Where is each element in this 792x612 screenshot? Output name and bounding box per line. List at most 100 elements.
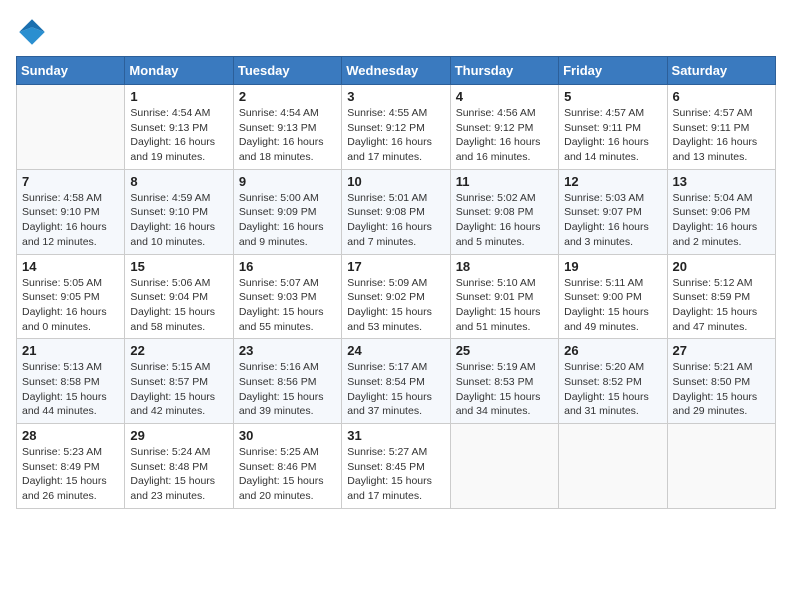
day-number: 29 [130,428,227,443]
calendar-table: SundayMondayTuesdayWednesdayThursdayFrid… [16,56,776,509]
calendar-day-cell: 11Sunrise: 5:02 AMSunset: 9:08 PMDayligh… [450,169,558,254]
day-number: 5 [564,89,661,104]
day-number: 18 [456,259,553,274]
calendar-day-cell: 31 Sunrise: 5:27 AMSunset: 8:45 PMDayligh… [342,424,450,509]
calendar-day-cell: 28 Sunrise: 5:23 AMSunset: 8:49 PMDayligh… [17,424,125,509]
day-number: 6 [673,89,770,104]
logo [16,16,52,48]
day-number: 31 [347,428,444,443]
calendar-day-cell: 4 Sunrise: 4:56 AMSunset: 9:12 PMDaylight… [450,85,558,170]
day-number: 7 [22,174,119,189]
day-info: Sunrise: 5:06 AMSunset: 9:04 PMDaylight:… [130,276,227,335]
day-number: 17 [347,259,444,274]
day-info: Sunrise: 4:58 AMSunset: 9:10 PMDaylight:… [22,191,119,250]
day-number: 23 [239,343,336,358]
day-info: Sunrise: 5:20 AMSunset: 8:52 PMDaylight:… [564,360,661,419]
calendar-week-row: 7 Sunrise: 4:58 AMSunset: 9:10 PMDaylight… [17,169,776,254]
calendar-day-cell [667,424,775,509]
day-number: 12 [564,174,661,189]
calendar-day-cell: 1 Sunrise: 4:54 AMSunset: 9:13 PMDaylight… [125,85,233,170]
calendar-day-cell: 17Sunrise: 5:09 AMSunset: 9:02 PMDayligh… [342,254,450,339]
day-info: Sunrise: 5:15 AMSunset: 8:57 PMDaylight:… [130,360,227,419]
calendar-day-header: Thursday [450,57,558,85]
calendar-day-cell: 13 Sunrise: 5:04 AMSunset: 9:06 PMDayligh… [667,169,775,254]
calendar-day-cell: 20 Sunrise: 5:12 AMSunset: 8:59 PMDayligh… [667,254,775,339]
day-number: 21 [22,343,119,358]
day-number: 9 [239,174,336,189]
day-info: Sunrise: 5:01 AMSunset: 9:08 PMDaylight:… [347,191,444,250]
day-number: 19 [564,259,661,274]
calendar-day-cell: 2 Sunrise: 4:54 AMSunset: 9:13 PMDaylight… [233,85,341,170]
day-number: 4 [456,89,553,104]
calendar-day-header: Monday [125,57,233,85]
day-info: Sunrise: 5:27 AMSunset: 8:45 PMDaylight:… [347,445,444,504]
day-number: 2 [239,89,336,104]
day-info: Sunrise: 5:24 AMSunset: 8:48 PMDaylight:… [130,445,227,504]
calendar-day-cell: 21 Sunrise: 5:13 AMSunset: 8:58 PMDayligh… [17,339,125,424]
day-info: Sunrise: 5:13 AMSunset: 8:58 PMDaylight:… [22,360,119,419]
calendar-day-cell: 6 Sunrise: 4:57 AMSunset: 9:11 PMDaylight… [667,85,775,170]
day-info: Sunrise: 5:00 AMSunset: 9:09 PMDaylight:… [239,191,336,250]
day-info: Sunrise: 4:57 AMSunset: 9:11 PMDaylight:… [564,106,661,165]
day-info: Sunrise: 5:10 AMSunset: 9:01 PMDaylight:… [456,276,553,335]
day-info: Sunrise: 5:11 AMSunset: 9:00 PMDaylight:… [564,276,661,335]
day-info: Sunrise: 4:56 AMSunset: 9:12 PMDaylight:… [456,106,553,165]
day-number: 1 [130,89,227,104]
calendar-day-cell [559,424,667,509]
calendar-day-header: Friday [559,57,667,85]
calendar-day-header: Tuesday [233,57,341,85]
day-info: Sunrise: 4:55 AMSunset: 9:12 PMDaylight:… [347,106,444,165]
calendar-day-cell: 25 Sunrise: 5:19 AMSunset: 8:53 PMDayligh… [450,339,558,424]
day-number: 30 [239,428,336,443]
calendar-day-cell: 22 Sunrise: 5:15 AMSunset: 8:57 PMDayligh… [125,339,233,424]
calendar-week-row: 21 Sunrise: 5:13 AMSunset: 8:58 PMDayligh… [17,339,776,424]
calendar-day-cell [450,424,558,509]
calendar-day-cell: 29 Sunrise: 5:24 AMSunset: 8:48 PMDayligh… [125,424,233,509]
day-number: 24 [347,343,444,358]
calendar-day-header: Wednesday [342,57,450,85]
calendar-day-cell: 19 Sunrise: 5:11 AMSunset: 9:00 PMDayligh… [559,254,667,339]
day-number: 8 [130,174,227,189]
day-info: Sunrise: 4:59 AMSunset: 9:10 PMDaylight:… [130,191,227,250]
day-number: 16 [239,259,336,274]
day-info: Sunrise: 5:17 AMSunset: 8:54 PMDaylight:… [347,360,444,419]
day-number: 11 [456,174,553,189]
day-info: Sunrise: 5:07 AMSunset: 9:03 PMDaylight:… [239,276,336,335]
calendar-day-cell: 27Sunrise: 5:21 AMSunset: 8:50 PMDayligh… [667,339,775,424]
calendar-day-header: Sunday [17,57,125,85]
day-number: 22 [130,343,227,358]
calendar-day-cell: 18 Sunrise: 5:10 AMSunset: 9:01 PMDayligh… [450,254,558,339]
calendar-day-cell: 23Sunrise: 5:16 AMSunset: 8:56 PMDayligh… [233,339,341,424]
day-number: 28 [22,428,119,443]
calendar-day-cell: 8 Sunrise: 4:59 AMSunset: 9:10 PMDaylight… [125,169,233,254]
calendar-day-cell: 24 Sunrise: 5:17 AMSunset: 8:54 PMDayligh… [342,339,450,424]
day-number: 20 [673,259,770,274]
day-info: Sunrise: 5:05 AMSunset: 9:05 PMDaylight:… [22,276,119,335]
calendar-week-row: 14 Sunrise: 5:05 AMSunset: 9:05 PMDayligh… [17,254,776,339]
day-info: Sunrise: 5:23 AMSunset: 8:49 PMDaylight:… [22,445,119,504]
calendar-day-cell: 12Sunrise: 5:03 AMSunset: 9:07 PMDayligh… [559,169,667,254]
calendar-day-cell: 3 Sunrise: 4:55 AMSunset: 9:12 PMDaylight… [342,85,450,170]
day-number: 27 [673,343,770,358]
day-number: 26 [564,343,661,358]
calendar-week-row: 28 Sunrise: 5:23 AMSunset: 8:49 PMDayligh… [17,424,776,509]
calendar-week-row: 1 Sunrise: 4:54 AMSunset: 9:13 PMDaylight… [17,85,776,170]
calendar-day-cell: 16 Sunrise: 5:07 AMSunset: 9:03 PMDayligh… [233,254,341,339]
day-info: Sunrise: 4:57 AMSunset: 9:11 PMDaylight:… [673,106,770,165]
day-info: Sunrise: 5:19 AMSunset: 8:53 PMDaylight:… [456,360,553,419]
day-number: 25 [456,343,553,358]
day-info: Sunrise: 4:54 AMSunset: 9:13 PMDaylight:… [239,106,336,165]
calendar-day-header: Saturday [667,57,775,85]
day-info: Sunrise: 4:54 AMSunset: 9:13 PMDaylight:… [130,106,227,165]
day-number: 10 [347,174,444,189]
calendar-day-cell: 10 Sunrise: 5:01 AMSunset: 9:08 PMDayligh… [342,169,450,254]
day-number: 3 [347,89,444,104]
calendar-header-row: SundayMondayTuesdayWednesdayThursdayFrid… [17,57,776,85]
calendar-day-cell: 7 Sunrise: 4:58 AMSunset: 9:10 PMDaylight… [17,169,125,254]
day-info: Sunrise: 5:04 AMSunset: 9:06 PMDaylight:… [673,191,770,250]
day-info: Sunrise: 5:12 AMSunset: 8:59 PMDaylight:… [673,276,770,335]
calendar-day-cell: 5 Sunrise: 4:57 AMSunset: 9:11 PMDaylight… [559,85,667,170]
day-number: 14 [22,259,119,274]
day-number: 13 [673,174,770,189]
day-info: Sunrise: 5:25 AMSunset: 8:46 PMDaylight:… [239,445,336,504]
